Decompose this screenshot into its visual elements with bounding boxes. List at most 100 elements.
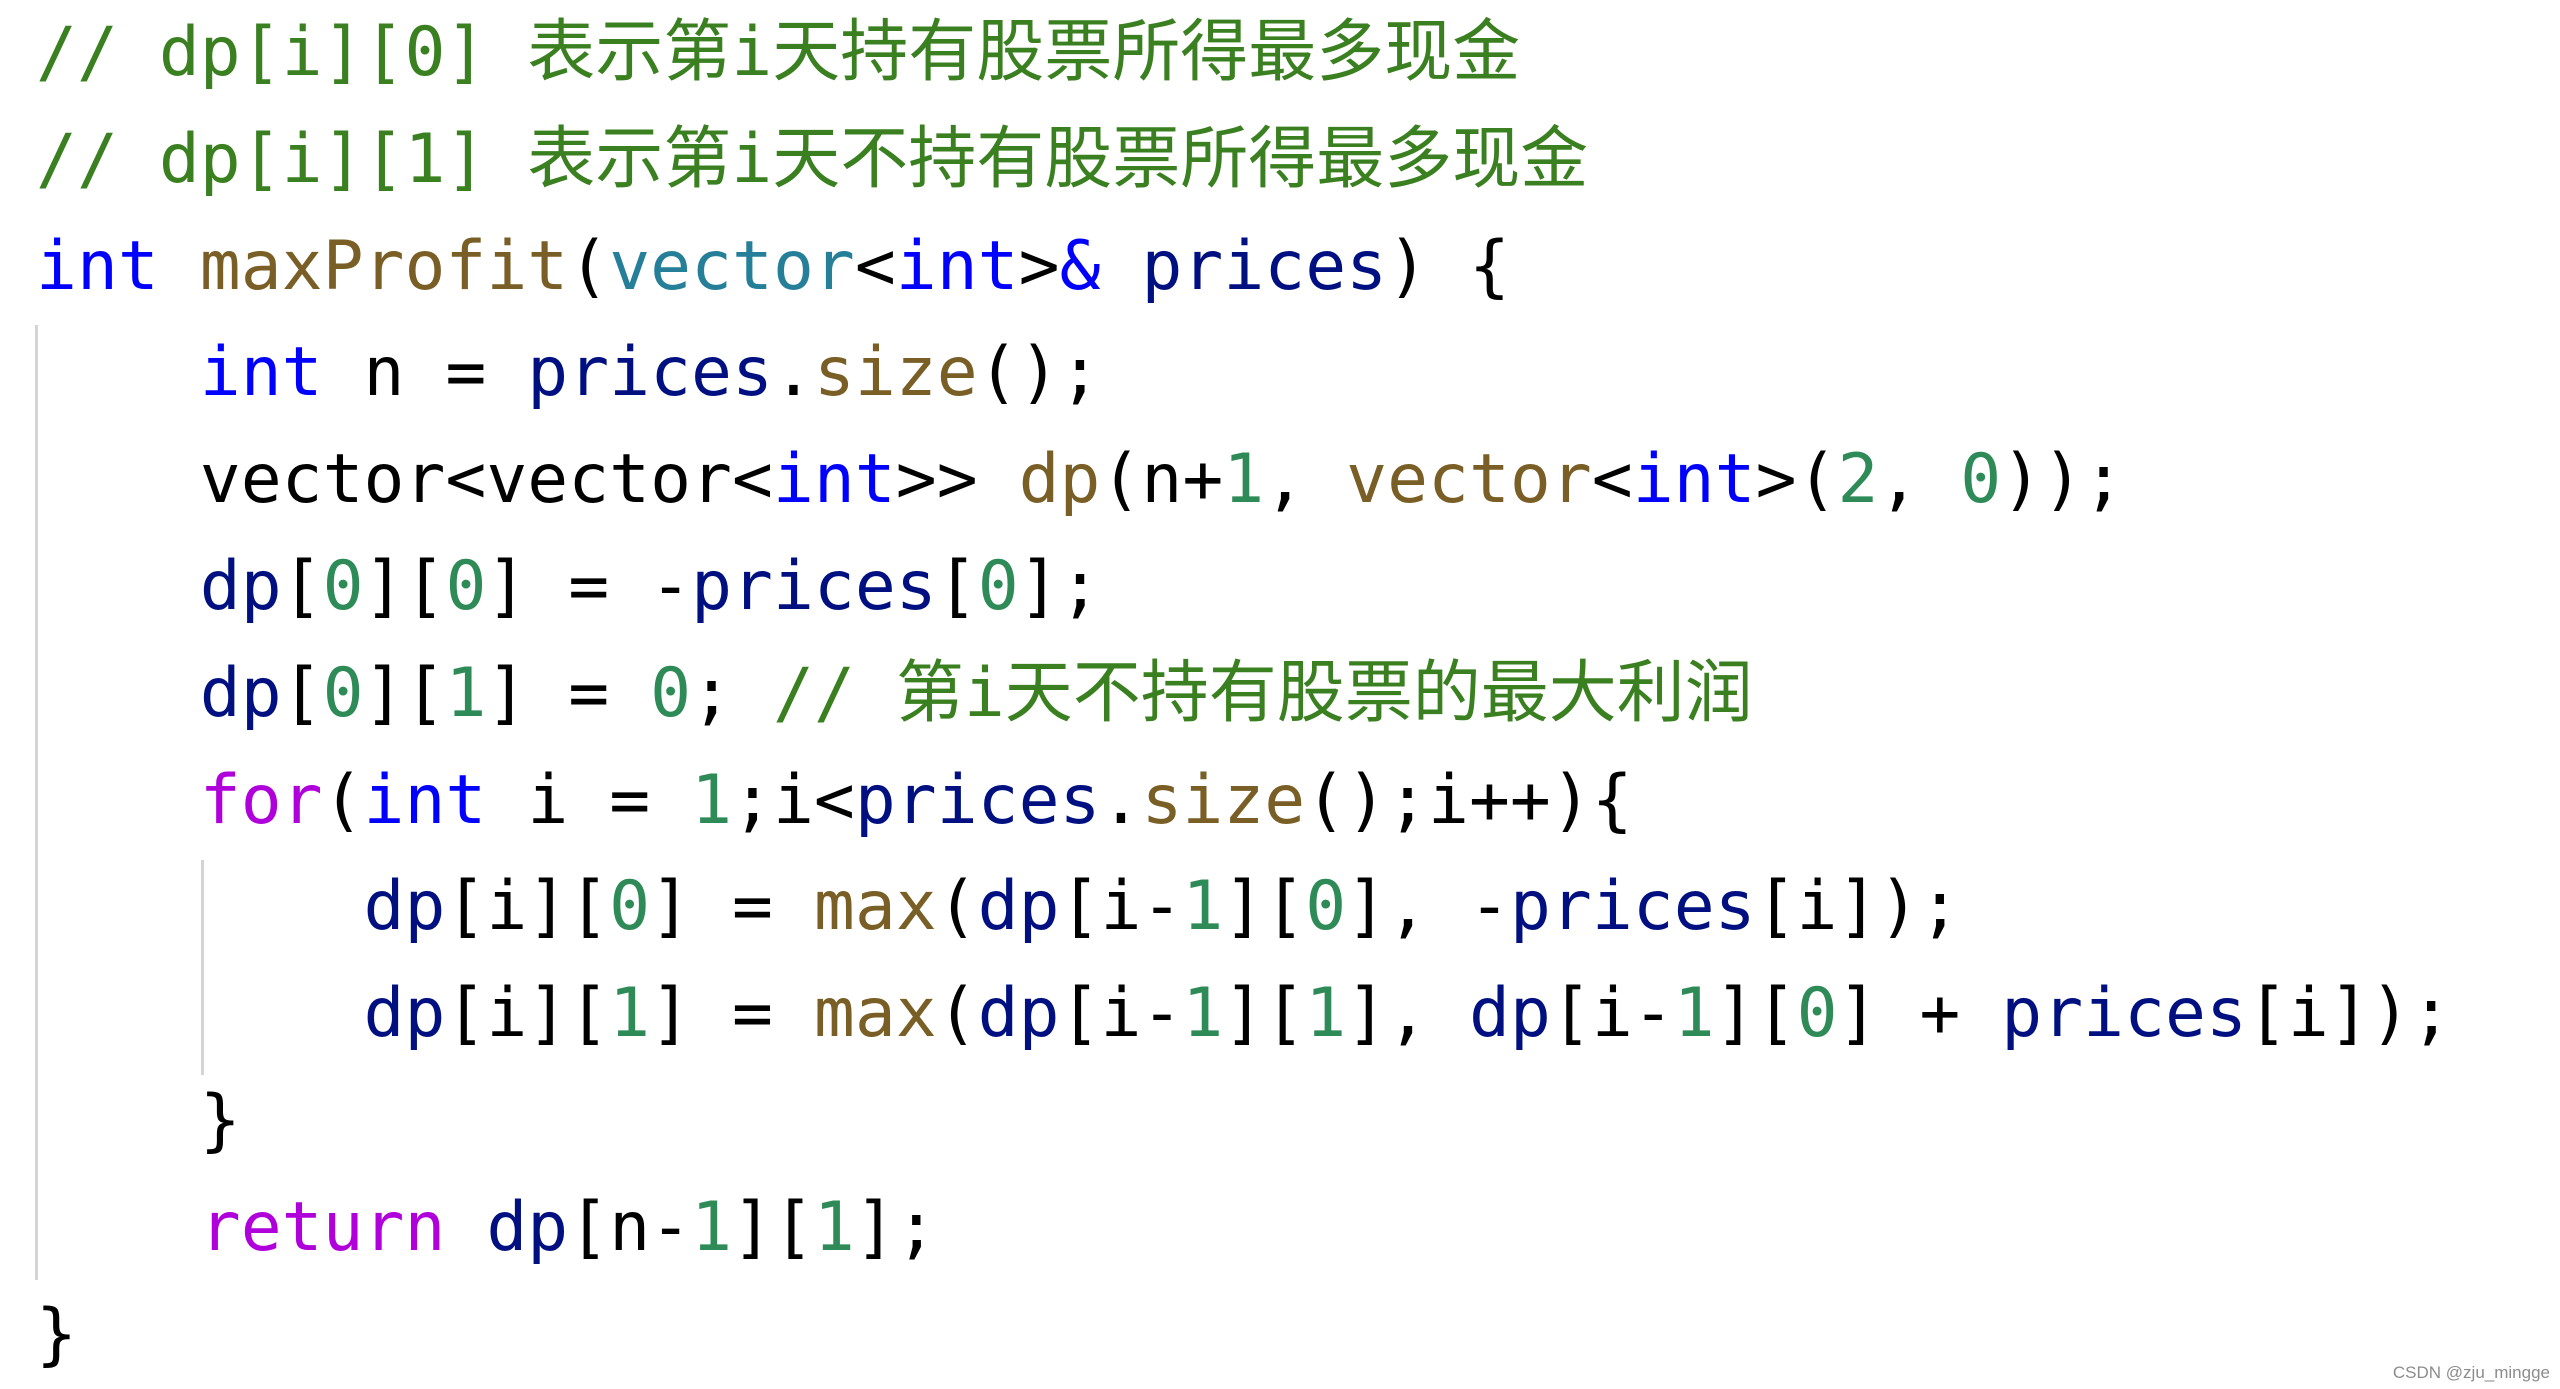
code-text: ], - xyxy=(1346,867,1510,947)
code-function-name: maxProfit xyxy=(199,226,569,306)
code-text: [n- xyxy=(568,1187,692,1267)
code-text: [i- xyxy=(1059,974,1183,1054)
code-number-literal: 0 xyxy=(650,653,692,733)
code-function-name: size xyxy=(813,333,978,413)
code-variable: dp xyxy=(1469,974,1551,1054)
code-comment: // 第i天不持有股票的最大利润 xyxy=(773,653,1753,733)
code-number-literal: 1 xyxy=(1182,867,1224,947)
code-number-literal: 2 xyxy=(1837,440,1879,520)
code-text: < xyxy=(1591,440,1633,520)
code-text: < xyxy=(854,226,896,306)
code-text: ]; xyxy=(854,1187,937,1267)
code-variable: prices xyxy=(527,333,773,413)
code-control-keyword: return xyxy=(199,1187,446,1267)
code-text: [i][ xyxy=(445,974,610,1054)
code-line: for(int i = 1;i<prices.size();i++){ xyxy=(36,748,2452,855)
code-number-literal: 1 xyxy=(1673,974,1715,1054)
code-text: [ xyxy=(936,546,978,626)
code-line: } xyxy=(36,1068,2452,1175)
code-text: ;i< xyxy=(732,760,855,840)
code-text: [i- xyxy=(1550,974,1674,1054)
code-line: return dp[n-1][1]; xyxy=(36,1175,2452,1282)
code-block: // dp[i][0] 表示第i天持有股票所得最多现金 // dp[i][1] 表… xyxy=(36,0,2452,1388)
code-text: ][ xyxy=(732,1187,814,1267)
code-text: ( xyxy=(936,974,978,1054)
code-text: [ xyxy=(281,653,323,733)
code-text: n = xyxy=(322,333,528,413)
code-line: dp[0][0] = -prices[0]; xyxy=(36,534,2452,641)
code-text: vector<vector< xyxy=(199,440,773,520)
code-text: [i- xyxy=(1059,867,1183,947)
code-text: ();i++){ xyxy=(1305,760,1633,840)
code-number-literal: 0 xyxy=(322,546,364,626)
watermark: CSDN @zju_mingge xyxy=(2392,1363,2550,1382)
code-text: >> xyxy=(895,440,1019,520)
code-text: [i][ xyxy=(445,867,610,947)
code-text: ] = xyxy=(486,653,651,733)
code-text: ][ xyxy=(1714,974,1797,1054)
code-text: } xyxy=(36,1294,77,1374)
code-text: ) { xyxy=(1387,226,1510,306)
code-text: ]; xyxy=(1018,546,1101,626)
code-comment: // dp[i][1] 表示第i天不持有股票所得最多现金 xyxy=(36,119,1589,199)
code-text: , xyxy=(1264,440,1347,520)
code-text: (); xyxy=(977,333,1101,413)
code-keyword: int xyxy=(1632,440,1756,520)
code-function-name: max xyxy=(813,974,937,1054)
code-line: } xyxy=(36,1282,2452,1389)
code-number-literal: 0 xyxy=(1305,867,1347,947)
code-variable: prices xyxy=(1509,867,1756,947)
code-variable: prices xyxy=(691,546,937,626)
code-variable: dp xyxy=(199,653,282,733)
code-function-name: max xyxy=(813,867,937,947)
code-line: vector<vector<int>> dp(n+1, vector<int>(… xyxy=(36,427,2452,534)
code-text: ; xyxy=(691,653,774,733)
code-text: ] = xyxy=(650,867,814,947)
code-type-name: vector xyxy=(609,226,855,306)
code-text: > xyxy=(1018,226,1060,306)
code-line: dp[0][1] = 0; // 第i天不持有股票的最大利润 xyxy=(36,641,2452,748)
code-number-literal: 0 xyxy=(1960,440,2002,520)
code-number-literal: 1 xyxy=(691,760,733,840)
code-number-literal: 1 xyxy=(1182,974,1224,1054)
code-text: } xyxy=(199,1080,241,1160)
code-line: // dp[i][0] 表示第i天持有股票所得最多现金 xyxy=(36,0,2452,107)
code-number-literal: 1 xyxy=(445,653,487,733)
code-function-name: vector xyxy=(1346,440,1592,520)
code-keyword: int xyxy=(363,760,487,840)
code-line: dp[i][1] = max(dp[i-1][1], dp[i-1][0] + … xyxy=(36,961,2452,1068)
code-variable: dp xyxy=(199,546,282,626)
code-comment: // dp[i][0] 表示第i天持有股票所得最多现金 xyxy=(36,13,1521,92)
code-variable: dp xyxy=(363,974,446,1054)
code-variable: dp xyxy=(977,974,1060,1054)
code-function-name: size xyxy=(1141,760,1306,840)
code-number-literal: 0 xyxy=(1796,974,1838,1054)
code-text: ] = xyxy=(650,974,814,1054)
code-text: )); xyxy=(2001,440,2125,520)
code-line: int maxProfit(vector<int>& prices) { xyxy=(36,214,2452,321)
code-text: ] = - xyxy=(486,546,692,626)
code-text: ( xyxy=(568,226,610,306)
code-number-literal: 0 xyxy=(322,653,364,733)
code-text: ][ xyxy=(1223,974,1306,1054)
code-variable: prices xyxy=(1141,226,1388,306)
code-text: ][ xyxy=(1223,867,1306,947)
code-text: . xyxy=(772,333,814,413)
code-variable: prices xyxy=(2001,974,2247,1054)
code-variable: dp xyxy=(977,867,1060,947)
code-variable: dp xyxy=(363,867,446,947)
code-number-literal: 1 xyxy=(609,974,651,1054)
code-number-literal: 1 xyxy=(1223,440,1265,520)
code-text: [ xyxy=(281,546,323,626)
